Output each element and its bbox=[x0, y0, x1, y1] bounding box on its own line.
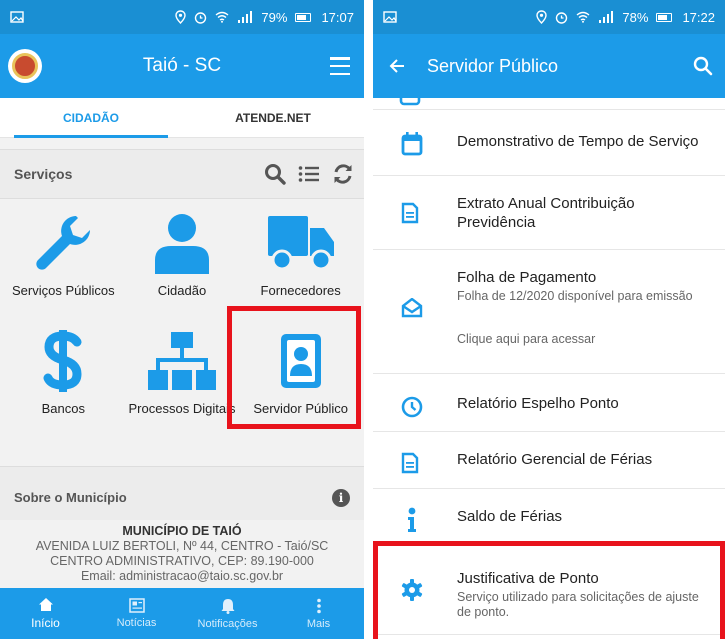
address-line: CENTRO ADMINISTRATIVO, CEP: 89.190-000 bbox=[50, 554, 314, 568]
page-title: Taió - SC bbox=[142, 55, 222, 76]
email-line: Email: administracao@taio.sc.gov.br bbox=[80, 569, 284, 583]
truck-icon bbox=[267, 216, 334, 271]
service-bancos[interactable]: Bancos bbox=[4, 325, 123, 443]
battery-percent: 78% bbox=[622, 9, 649, 25]
tab-cidadao[interactable]: CIDADÃO bbox=[0, 98, 182, 138]
person-icon bbox=[154, 214, 209, 274]
wrench-icon bbox=[36, 216, 91, 270]
nav-mais[interactable]: Mais bbox=[273, 588, 364, 639]
list-view-icon[interactable] bbox=[298, 164, 320, 184]
item-title: Saldo de Férias bbox=[457, 508, 563, 525]
highlight-box-justificativa bbox=[373, 541, 725, 639]
access-link[interactable]: Clique aqui para acessar bbox=[457, 332, 693, 346]
calendar-icon bbox=[401, 132, 423, 156]
nav-inicio[interactable]: Início bbox=[0, 588, 91, 639]
nav-notificacoes[interactable]: Notificações bbox=[182, 588, 273, 639]
page-title: Servidor Público bbox=[427, 55, 559, 76]
info-icon bbox=[408, 507, 416, 532]
battery-icon bbox=[295, 12, 312, 22]
about-label: Sobre o Município bbox=[14, 490, 127, 505]
app-header: Taió - SC bbox=[0, 34, 364, 98]
info-icon[interactable]: i bbox=[332, 488, 350, 507]
org-chart-icon bbox=[147, 332, 216, 390]
list-item[interactable]: Extrato Anual Contribuição Previdência bbox=[373, 176, 725, 250]
refresh-icon[interactable] bbox=[332, 163, 354, 185]
item-title: Relatório Espelho Ponto bbox=[457, 395, 619, 412]
home-icon bbox=[38, 598, 53, 611]
signal-icon bbox=[238, 11, 253, 23]
location-icon bbox=[536, 10, 548, 24]
bell-icon bbox=[221, 598, 234, 614]
envelope-open-icon bbox=[401, 298, 423, 318]
bottom-navigation: Início Notícias Notificações Mais bbox=[0, 588, 364, 639]
status-bar: 78% 17:22 bbox=[373, 0, 725, 34]
image-icon bbox=[10, 11, 24, 23]
clock-icon bbox=[401, 396, 423, 418]
right-screen: 78% 17:22 Servidor Público Demonstrativo… bbox=[373, 0, 725, 639]
item-title: Extrato Anual Contribuição Previdência bbox=[457, 195, 635, 231]
battery-percent: 79% bbox=[261, 9, 288, 25]
partial-icon bbox=[399, 98, 421, 106]
image-icon bbox=[383, 11, 397, 23]
wifi-icon bbox=[215, 11, 229, 23]
item-title: Folha de Pagamento bbox=[457, 269, 597, 286]
address-line: AVENIDA LUIZ BERTOLI, Nº 44, CENTRO - Ta… bbox=[35, 539, 329, 553]
alarm-icon bbox=[195, 11, 207, 24]
document-icon bbox=[401, 202, 419, 224]
left-screen: 79% 17:07 Taió - SC CIDADÃO ATENDE.NET S… bbox=[0, 0, 364, 639]
clock-time: 17:22 bbox=[682, 9, 715, 25]
signal-icon bbox=[599, 11, 614, 23]
services-header: Serviços bbox=[0, 149, 364, 199]
hamburger-menu-icon[interactable] bbox=[330, 57, 350, 75]
document-icon bbox=[401, 452, 419, 474]
location-icon bbox=[175, 10, 187, 24]
list-item[interactable]: Folha de Pagamento Folha de 12/2020 disp… bbox=[373, 250, 725, 374]
address-block: MUNICÍPIO DE TAIÓ AVENIDA LUIZ BERTOLI, … bbox=[0, 520, 364, 584]
wifi-icon bbox=[576, 11, 590, 23]
item-title: Relatório Gerencial de Férias bbox=[457, 451, 653, 468]
municipality-name: MUNICÍPIO DE TAIÓ bbox=[122, 524, 242, 538]
tab-bar: CIDADÃO ATENDE.NET bbox=[0, 98, 364, 138]
clock-time: 17:07 bbox=[321, 9, 354, 25]
alarm-icon bbox=[556, 11, 568, 24]
search-icon[interactable] bbox=[264, 163, 286, 185]
partial-list-item[interactable] bbox=[373, 98, 725, 110]
item-subtitle: Folha de 12/2020 disponível para emissão bbox=[457, 289, 693, 303]
app-header: Servidor Público bbox=[373, 34, 725, 98]
service-processos-digitais[interactable]: Processos Digitais bbox=[123, 325, 242, 443]
service-servicos-publicos[interactable]: Serviços Públicos bbox=[4, 207, 123, 325]
nav-noticias[interactable]: Notícias bbox=[91, 588, 182, 639]
service-cidadao[interactable]: Cidadão bbox=[123, 207, 242, 325]
back-arrow-icon[interactable] bbox=[389, 58, 405, 74]
search-icon[interactable] bbox=[693, 56, 713, 76]
list-item[interactable]: Saldo de Férias bbox=[373, 489, 725, 545]
tab-atende-net[interactable]: ATENDE.NET bbox=[182, 98, 364, 137]
news-icon bbox=[128, 598, 145, 613]
more-vertical-icon bbox=[316, 598, 321, 613]
battery-icon bbox=[656, 12, 673, 22]
list-item[interactable]: Demonstrativo de Tempo de Serviço bbox=[373, 110, 725, 176]
status-bar: 79% 17:07 bbox=[0, 0, 364, 34]
dollar-icon bbox=[43, 330, 82, 392]
item-title: Demonstrativo de Tempo de Serviço bbox=[457, 133, 699, 150]
highlight-box-servidor bbox=[227, 306, 361, 429]
list-item[interactable]: Relatório Espelho Ponto bbox=[373, 374, 725, 432]
list-item[interactable]: Relatório Gerencial de Férias bbox=[373, 432, 725, 489]
services-label: Serviços bbox=[14, 166, 73, 182]
about-municipio-header[interactable]: Sobre o Município i bbox=[0, 466, 364, 528]
